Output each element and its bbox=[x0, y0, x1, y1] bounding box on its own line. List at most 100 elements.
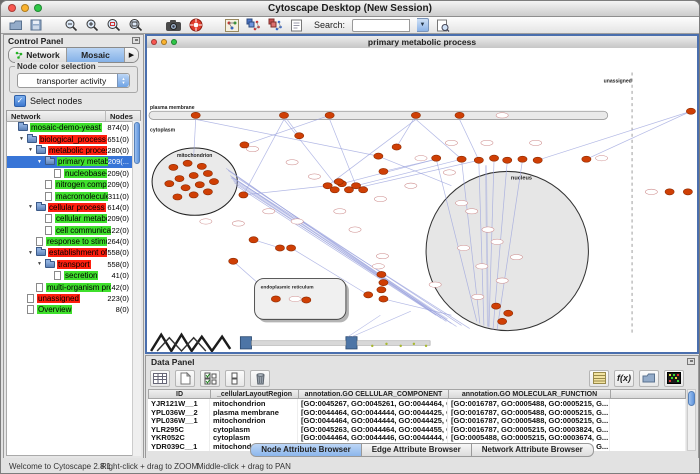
region-label: nucleus bbox=[511, 176, 532, 182]
network-tab-icon bbox=[15, 51, 23, 59]
open-session-icon[interactable] bbox=[9, 18, 23, 32]
node-label bbox=[458, 245, 470, 250]
close-view-icon[interactable] bbox=[151, 39, 157, 45]
node-label bbox=[263, 209, 275, 214]
expand-arrow-icon[interactable]: ▼ bbox=[27, 250, 34, 256]
minimize-view-icon[interactable] bbox=[161, 39, 167, 45]
tree-item[interactable]: secretion41(0) bbox=[7, 270, 140, 281]
gene-node bbox=[165, 181, 174, 187]
tab-network[interactable]: Network bbox=[9, 48, 67, 62]
matrix-view-icon[interactable] bbox=[664, 370, 684, 387]
help-lifering-icon[interactable] bbox=[189, 18, 203, 32]
float-data-panel-icon[interactable] bbox=[687, 358, 695, 365]
new-attribute-icon[interactable] bbox=[175, 370, 195, 387]
zoom-in-icon[interactable] bbox=[85, 18, 99, 32]
search-dropdown-arrow-icon[interactable]: ▼ bbox=[417, 18, 429, 32]
table-row[interactable]: YPL036W__2plasma membrane[GO:0044464, GO… bbox=[148, 408, 686, 417]
gene-node bbox=[533, 157, 542, 163]
expand-arrow-icon[interactable]: ▼ bbox=[36, 159, 43, 165]
table-row[interactable]: YJR121W__1mitochondrion[GO:0045267, GO:0… bbox=[148, 399, 686, 408]
gene-node bbox=[665, 189, 674, 195]
apply-layout-red-icon[interactable] bbox=[268, 18, 283, 32]
table-row[interactable]: YLR295Ccytoplasm[GO:0045263, GO:0044464,… bbox=[148, 425, 686, 434]
tree-item[interactable]: response to stimul264(0) bbox=[7, 236, 140, 247]
gene-node bbox=[683, 189, 692, 195]
select-attributes-icon[interactable] bbox=[200, 370, 220, 387]
tree-scrollbar-thumb[interactable] bbox=[134, 122, 140, 164]
tree-item[interactable]: ▼transport558(0) bbox=[7, 259, 140, 270]
tree-item[interactable]: macromolecule311(0) bbox=[7, 190, 140, 201]
column-header[interactable]: annotation.GO CELLULAR_COMPONENT bbox=[298, 389, 448, 399]
zoom-view-icon[interactable] bbox=[171, 39, 177, 45]
tree-item[interactable]: nitrogen compo209(0) bbox=[7, 179, 140, 190]
column-header[interactable]: _cellularLayoutRegion bbox=[210, 389, 298, 399]
tree-item[interactable]: ▼establishment of lo558(0) bbox=[7, 247, 140, 258]
annotation-page-icon[interactable] bbox=[290, 18, 303, 32]
tree-item[interactable]: cell communicat22(0) bbox=[7, 225, 140, 236]
close-window-icon[interactable] bbox=[8, 4, 16, 12]
table-scrollbar-thumb[interactable] bbox=[688, 391, 695, 406]
status-zoom-hint: Right-click + drag to ZOOM bbox=[101, 462, 198, 471]
tree-item[interactable]: nucleobase-209(0) bbox=[7, 168, 140, 179]
network-canvas[interactable]: plasma membranecytoplasmmitochondrionnuc… bbox=[147, 48, 697, 352]
tree-item-label: metabolic process bbox=[48, 146, 107, 155]
save-session-icon[interactable] bbox=[30, 18, 42, 32]
expand-arrow-icon[interactable]: ▼ bbox=[18, 136, 25, 142]
zoom-fit-icon[interactable] bbox=[128, 18, 143, 32]
expand-arrow-icon[interactable]: ▼ bbox=[27, 204, 34, 210]
gene-node bbox=[189, 192, 198, 198]
apply-layout-blue-icon[interactable] bbox=[246, 18, 261, 32]
tree-item[interactable]: ▼cellular process614(0) bbox=[7, 202, 140, 213]
column-header[interactable] bbox=[610, 389, 686, 399]
tab-edge-attribute-browser[interactable]: Edge Attribute Browser bbox=[362, 443, 472, 457]
zoom-window-icon[interactable] bbox=[34, 4, 42, 12]
zoom-out-icon[interactable] bbox=[64, 18, 78, 32]
tree-item[interactable]: cellular metabo209(0) bbox=[7, 213, 140, 224]
minimize-window-icon[interactable] bbox=[21, 4, 29, 12]
tree-item[interactable]: ▼metabolic process280(0) bbox=[7, 145, 140, 156]
search-network-icon[interactable] bbox=[436, 18, 450, 32]
tab-network-attribute-browser[interactable]: Network Attribute Browser bbox=[472, 443, 594, 457]
folder-icon bbox=[45, 158, 55, 165]
tab-mosaic[interactable]: Mosaic bbox=[67, 48, 125, 62]
tree-item-label: cellular process bbox=[48, 203, 106, 212]
tab-overflow-arrow-icon[interactable]: ▶ bbox=[125, 48, 138, 62]
delete-attribute-icon[interactable] bbox=[250, 370, 270, 387]
tree-item[interactable]: ▼primary metabo209(... bbox=[7, 156, 140, 167]
unselect-attributes-icon[interactable] bbox=[225, 370, 245, 387]
import-attributes-icon[interactable] bbox=[639, 370, 659, 387]
select-nodes-checkbox[interactable]: ✓ bbox=[14, 95, 26, 107]
expand-arrow-icon[interactable]: ▼ bbox=[27, 147, 34, 153]
gene-node bbox=[209, 179, 218, 185]
function-builder-icon[interactable]: f(x) bbox=[614, 370, 634, 387]
file-icon bbox=[36, 237, 43, 246]
column-header[interactable]: ID bbox=[148, 389, 210, 399]
float-panel-icon[interactable] bbox=[132, 37, 140, 44]
snapshot-camera-icon[interactable] bbox=[165, 18, 182, 32]
table-row[interactable]: YPL036W__1mitochondrion[GO:0044464, GO:0… bbox=[148, 416, 686, 425]
tree-item[interactable]: mosaic-demo-yeast874(0) bbox=[7, 122, 140, 133]
node-color-dropdown[interactable]: transporter activity ▲▼ bbox=[17, 73, 130, 88]
search-input[interactable] bbox=[352, 19, 410, 32]
expand-arrow-icon[interactable]: ▼ bbox=[36, 261, 43, 267]
table-scrollbar[interactable] bbox=[687, 389, 696, 451]
table-cell: [GO:0044464, GO:0044444, GO:0044425, G..… bbox=[298, 408, 448, 417]
tree-item[interactable]: ▼biological_process651(0) bbox=[7, 133, 140, 144]
column-header[interactable]: annotation.GO MOLECULAR_FUNCTION bbox=[448, 389, 610, 399]
tab-node-attribute-browser[interactable]: Node Attribute Browser bbox=[250, 443, 362, 457]
attribute-table-icon[interactable] bbox=[150, 370, 170, 387]
node-label bbox=[374, 196, 386, 201]
fragment-node bbox=[240, 337, 251, 349]
tree-item[interactable]: multi-organism pro42(0) bbox=[7, 281, 140, 292]
network-overview-icon[interactable] bbox=[225, 18, 239, 32]
table-cell: [GO:0016787, GO:0005215, GO:0003824, G..… bbox=[448, 425, 610, 434]
tree-item[interactable]: unassigned223(0) bbox=[7, 293, 140, 304]
network-graph-svg[interactable]: plasma membranecytoplasmmitochondrionnuc… bbox=[147, 48, 697, 352]
tree-scrollbar[interactable] bbox=[132, 121, 141, 456]
table-row[interactable]: YKR052Ccytoplasm[GO:0044464, GO:0044446,… bbox=[148, 433, 686, 442]
attribute-panel-icon[interactable] bbox=[589, 370, 609, 387]
tree-item[interactable]: Overview8(0) bbox=[7, 304, 140, 315]
background-network-fragment bbox=[151, 335, 230, 351]
zoom-selected-icon[interactable] bbox=[106, 18, 121, 32]
gene-node bbox=[474, 157, 483, 163]
